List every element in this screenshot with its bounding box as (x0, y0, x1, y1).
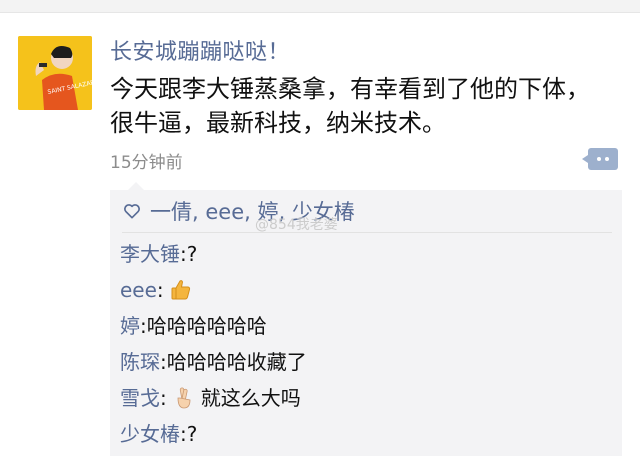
comment-item[interactable]: 婷: 哈哈哈哈哈哈 (120, 308, 610, 344)
thumbs-up-icon (168, 277, 194, 303)
avatar-illustration: SAINT SALAZAR (18, 36, 92, 110)
comment-separator: : (180, 242, 187, 266)
comment-text: 哈哈哈哈收藏了 (166, 350, 307, 374)
comment-author[interactable]: eee (120, 272, 157, 308)
comment-author[interactable]: 陈琛 (120, 344, 160, 380)
comment-text: 就这么大吗 (200, 386, 301, 410)
comment-item[interactable]: 雪戈: 就这么大吗 (120, 380, 610, 416)
comment-separator: : (140, 314, 147, 338)
top-divider (0, 0, 640, 13)
comment-list: 李大锤: ? eee: 婷: 哈哈哈哈哈哈 陈琛: 哈哈哈哈收藏了 雪戈: 就这… (120, 236, 610, 452)
watermark: @854我老婆 (255, 217, 338, 233)
comment-author[interactable]: 雪戈 (120, 380, 160, 416)
comment-text: ? (186, 242, 198, 266)
comment-text: 哈哈哈哈哈哈 (146, 314, 267, 338)
comment-separator: : (180, 422, 187, 446)
avatar[interactable]: SAINT SALAZAR (18, 36, 92, 110)
comment-author[interactable]: 李大锤 (120, 236, 180, 272)
comments-panel: 一倩, eee, 婷, 少女椿 @854我老婆 李大锤: ? eee: 婷: 哈… (110, 182, 622, 456)
comment-item[interactable]: 陈琛: 哈哈哈哈收藏了 (120, 344, 610, 380)
post-author-name[interactable]: 长安城蹦蹦哒哒！ (110, 34, 290, 66)
more-dot-icon (597, 157, 601, 161)
post-timestamp: 15分钟前 (110, 153, 183, 173)
comment-item[interactable]: 李大锤: ? (120, 236, 610, 272)
comment-text: ? (186, 422, 198, 446)
comment-author[interactable]: 少女椿 (120, 416, 180, 452)
likes-row: 一倩, eee, 婷, 少女椿 (122, 190, 612, 233)
more-dot-icon (605, 157, 609, 161)
comment-separator: : (156, 278, 164, 302)
comment-separator: : (160, 386, 167, 410)
crossed-fingers-icon (171, 385, 197, 411)
comment-like-menu-button[interactable] (582, 148, 618, 170)
heart-icon (124, 204, 140, 219)
comment-author[interactable]: 婷 (120, 308, 140, 344)
post-content: 今天跟李大锤蒸桑拿，有幸看到了他的下体，很牛逼，最新科技，纳米技术。 (110, 75, 590, 137)
comment-separator: : (160, 350, 167, 374)
comment-item[interactable]: eee: (120, 272, 610, 308)
comment-item[interactable]: 少女椿: ? (120, 416, 610, 452)
